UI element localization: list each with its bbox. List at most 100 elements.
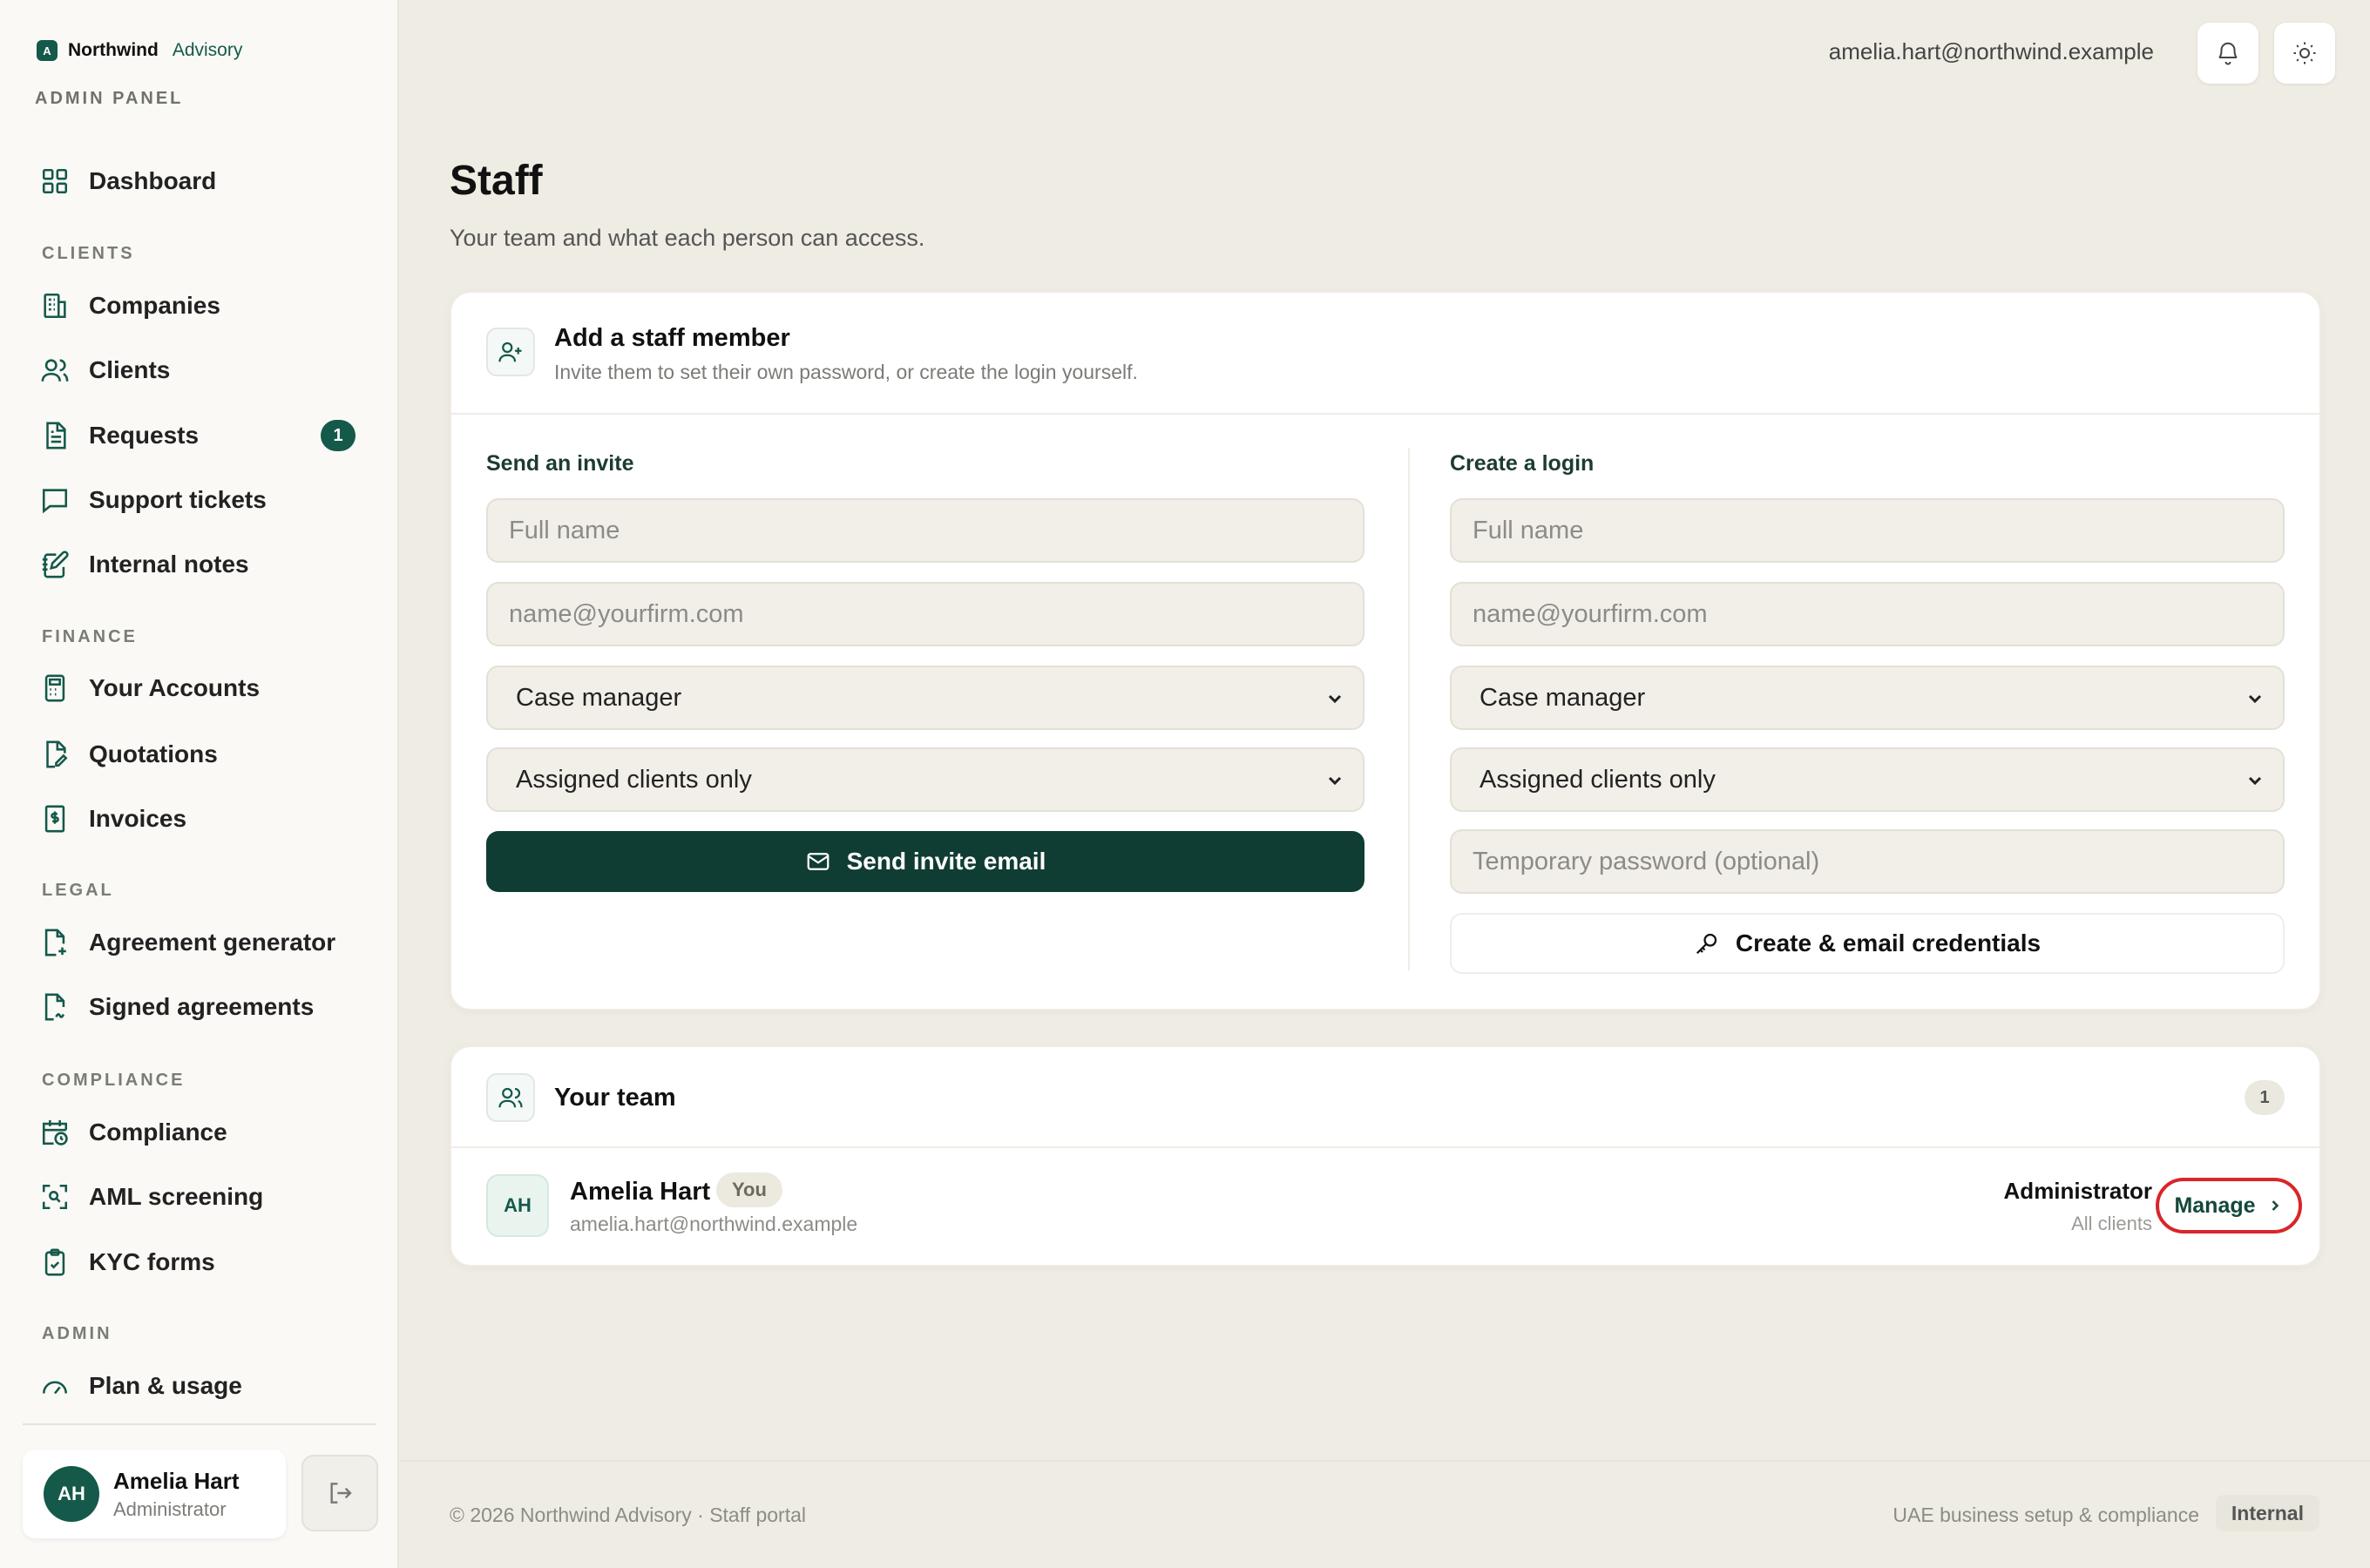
chevron-down-icon xyxy=(1324,688,1345,709)
card-description: Invite them to set their own password, o… xyxy=(554,361,1138,383)
selected-value: Assigned clients only xyxy=(1480,765,1716,794)
sidebar-item-clients[interactable]: Clients xyxy=(40,346,362,395)
notebook-pen-icon xyxy=(40,550,70,579)
invite-section-title: Send an invite xyxy=(486,451,634,476)
sidebar-item-label: Requests xyxy=(89,422,200,449)
card-title: Add a staff member xyxy=(554,324,790,352)
current-user-email: amelia.hart@northwind.example xyxy=(1828,38,2154,64)
chevron-right-icon xyxy=(2266,1197,2284,1214)
sidebar-item-compliance[interactable]: Compliance xyxy=(40,1108,362,1157)
user-plus-icon xyxy=(486,328,535,376)
sidebar-item-signed-agreements[interactable]: Signed agreements xyxy=(40,983,362,1031)
brand-logo[interactable]: A Northwind Advisory xyxy=(37,40,242,61)
send-invite-button[interactable]: Send invite email xyxy=(486,831,1364,892)
selected-value: Case manager xyxy=(516,683,682,712)
sidebar-item-plan-usage[interactable]: Plan & usage xyxy=(40,1362,362,1410)
temporary-password-input[interactable]: Temporary password (optional) xyxy=(1450,829,2285,894)
nav-section-clients: CLIENTS xyxy=(42,244,135,263)
document-icon xyxy=(40,421,70,450)
member-access-scope: All clients xyxy=(2071,1213,2152,1234)
grid-icon xyxy=(40,166,70,196)
team-count-badge: 1 xyxy=(2245,1080,2285,1115)
member-avatar: AH xyxy=(486,1174,549,1237)
invite-access-select[interactable]: Assigned clients only xyxy=(486,747,1364,812)
button-label: Create & email credentials xyxy=(1735,929,2042,956)
sidebar-item-label: Signed agreements xyxy=(89,993,315,1020)
sidebar-item-label: Dashboard xyxy=(89,167,217,194)
bell-icon xyxy=(2215,40,2241,66)
sidebar-item-your-accounts[interactable]: Your Accounts xyxy=(40,664,362,713)
footer-divider xyxy=(401,1460,2370,1462)
team-title: Your team xyxy=(554,1084,676,1112)
member-role: Administrator xyxy=(2003,1178,2152,1204)
nav-section-compliance: COMPLIANCE xyxy=(42,1071,186,1090)
receipt-dollar-icon xyxy=(40,804,70,834)
brand-subtitle: Advisory xyxy=(172,40,243,60)
manage-member-button[interactable]: Manage xyxy=(2156,1178,2302,1233)
users-icon xyxy=(486,1073,535,1122)
invite-full-name-input[interactable]: Full name xyxy=(486,498,1364,563)
calendar-clock-icon xyxy=(40,1118,70,1147)
sidebar-item-label: Agreement generator xyxy=(89,929,336,956)
sidebar-item-kyc-forms[interactable]: KYC forms xyxy=(40,1238,362,1287)
team-card: Your team 1 AH Amelia Hart You amelia.ha… xyxy=(450,1045,2321,1267)
sidebar: A Northwind Advisory ADMIN PANEL Dashboa… xyxy=(0,0,399,1568)
nav-section-admin: ADMIN xyxy=(42,1324,112,1343)
sidebar-item-support-tickets[interactable]: Support tickets xyxy=(40,476,362,524)
create-role-select[interactable]: Case manager xyxy=(1450,666,2285,730)
mail-icon xyxy=(805,848,831,875)
sidebar-user-card[interactable]: AH Amelia Hart Administrator xyxy=(23,1450,286,1538)
selected-value: Assigned clients only xyxy=(516,765,752,794)
sidebar-item-label: KYC forms xyxy=(89,1248,215,1275)
member-email: amelia.hart@northwind.example xyxy=(570,1213,858,1235)
file-pen-icon xyxy=(40,740,70,769)
page-title: Staff xyxy=(450,158,543,204)
sidebar-item-label: AML screening xyxy=(89,1183,264,1210)
invite-role-select[interactable]: Case manager xyxy=(486,666,1364,730)
user-name: Amelia Hart xyxy=(113,1467,240,1494)
create-credentials-button[interactable]: Create & email credentials xyxy=(1450,913,2285,974)
sidebar-item-label: Internal notes xyxy=(89,551,249,578)
card-divider xyxy=(451,413,2319,415)
create-login-section-title: Create a login xyxy=(1450,451,1595,476)
sidebar-divider xyxy=(23,1423,376,1425)
chevron-down-icon xyxy=(2245,688,2265,709)
sidebar-item-internal-notes[interactable]: Internal notes xyxy=(40,540,362,589)
theme-toggle-button[interactable] xyxy=(2274,23,2335,84)
sidebar-item-requests[interactable]: Requests 1 xyxy=(40,411,362,460)
file-signature-icon xyxy=(40,992,70,1022)
button-label: Send invite email xyxy=(846,848,1046,875)
sidebar-item-label: Clients xyxy=(89,356,171,383)
sidebar-item-companies[interactable]: Companies xyxy=(40,281,362,330)
sidebar-item-quotations[interactable]: Quotations xyxy=(40,730,362,779)
sidebar-item-invoices[interactable]: Invoices xyxy=(40,794,362,843)
logout-button[interactable] xyxy=(301,1455,378,1531)
invite-email-input[interactable]: name@yourfirm.com xyxy=(486,582,1364,646)
log-out-icon xyxy=(326,1479,354,1507)
sidebar-item-label: Support tickets xyxy=(89,486,267,513)
sidebar-item-agreement-generator[interactable]: Agreement generator xyxy=(40,918,362,967)
member-name: Amelia Hart xyxy=(570,1178,711,1206)
sidebar-item-dashboard[interactable]: Dashboard xyxy=(40,157,362,206)
nav-section-legal: LEGAL xyxy=(42,881,114,900)
clipboard-check-icon xyxy=(40,1247,70,1277)
sidebar-item-aml-screening[interactable]: AML screening xyxy=(40,1173,362,1221)
user-info: Amelia Hart Administrator xyxy=(113,1468,240,1521)
chevron-down-icon xyxy=(2245,770,2265,791)
you-badge: You xyxy=(716,1173,782,1207)
notifications-button[interactable] xyxy=(2197,23,2258,84)
brand-mark-icon: A xyxy=(37,40,58,61)
create-full-name-input[interactable]: Full name xyxy=(1450,498,2285,563)
create-access-select[interactable]: Assigned clients only xyxy=(1450,747,2285,812)
nav-section-finance: FINANCE xyxy=(42,627,138,646)
building-icon xyxy=(40,291,70,321)
file-plus-icon xyxy=(40,928,70,957)
user-role: Administrator xyxy=(113,1497,227,1520)
scan-search-icon xyxy=(40,1182,70,1212)
column-divider xyxy=(1408,448,1410,970)
sun-icon xyxy=(2292,40,2318,66)
calculator-icon xyxy=(40,673,70,703)
add-staff-card: Add a staff member Invite them to set th… xyxy=(450,291,2321,1010)
create-email-input[interactable]: name@yourfirm.com xyxy=(1450,582,2285,646)
footer-tagline: UAE business setup & compliance xyxy=(1893,1504,2199,1526)
